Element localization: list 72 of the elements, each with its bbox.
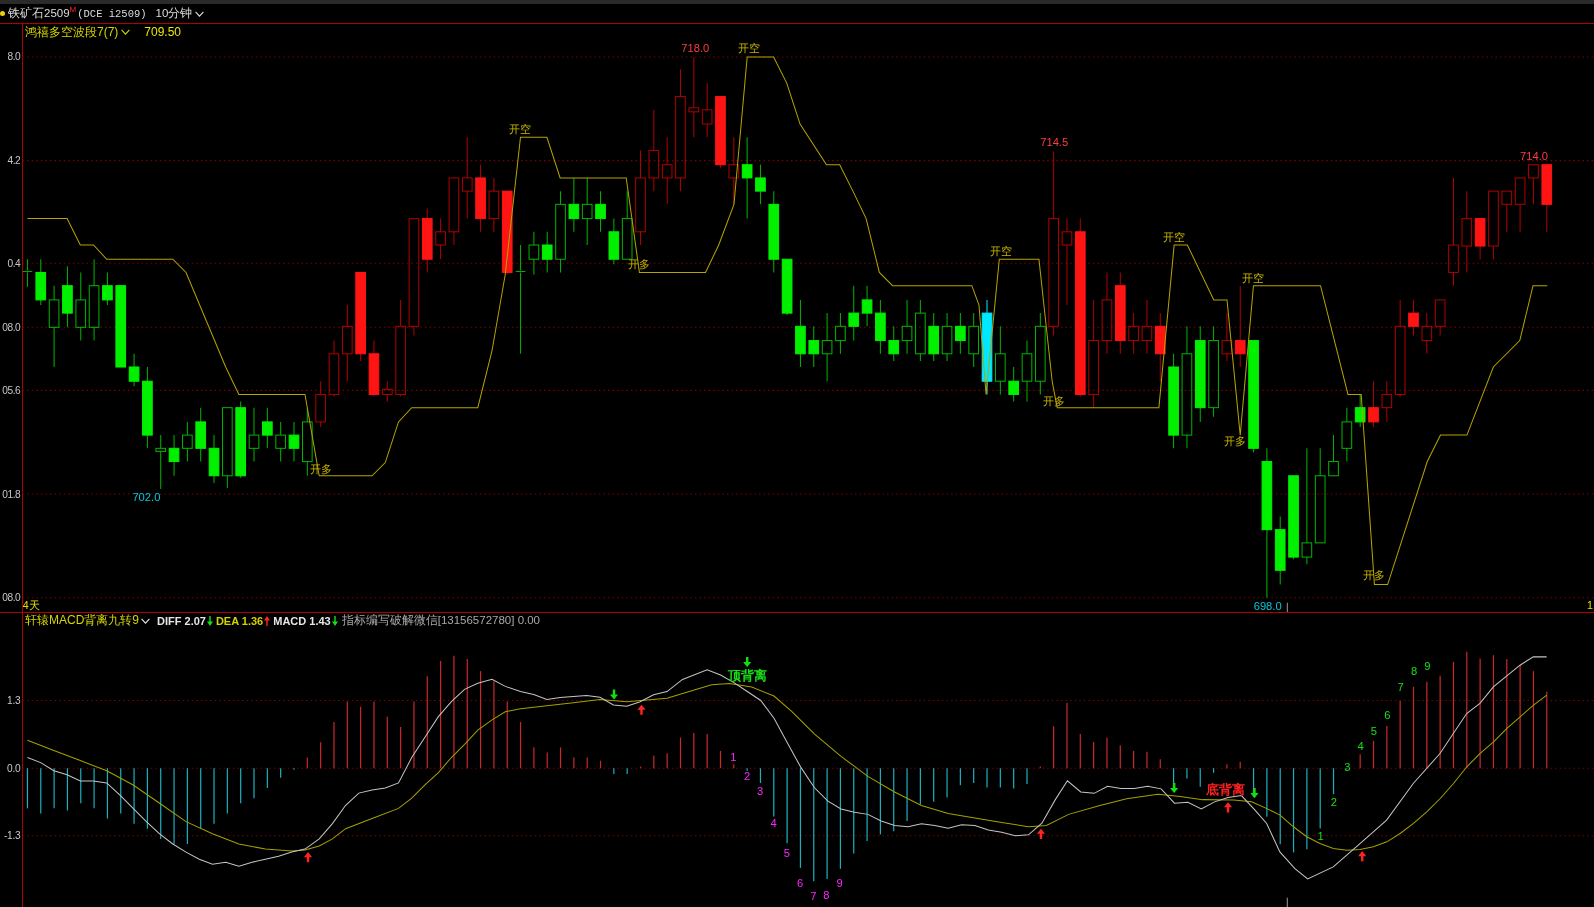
time-label: 4天: [22, 598, 40, 611]
up-arrow-icon: [1223, 802, 1233, 813]
up-arrow-icon: [637, 704, 646, 715]
price-label: 698.0: [1253, 599, 1282, 612]
signal-label: 开空: [1163, 230, 1186, 243]
down-arrow-icon: [743, 656, 752, 668]
sequence-count: 7: [810, 889, 817, 902]
signal-label: 开空: [990, 245, 1013, 258]
axis-label: 8.0: [7, 51, 21, 63]
up-arrow-icon: [1036, 828, 1046, 839]
indicator-reading: DEA 1.36: [215, 614, 264, 627]
axis-label: 08.0: [2, 321, 21, 333]
sequence-count: 3: [1344, 761, 1351, 773]
sequence-count: 8: [1410, 665, 1418, 678]
sequence-count: 2: [1330, 796, 1337, 809]
sequence-count: 1: [730, 751, 737, 764]
time-label: 1: [1587, 598, 1593, 611]
sequence-count: 6: [1384, 709, 1391, 722]
chevron-down-icon[interactable]: [121, 29, 131, 35]
signal-label: 开多: [628, 258, 651, 271]
cursor-tick: [1286, 602, 1288, 612]
sequence-count: 9: [1424, 659, 1431, 672]
signal-label: 开多: [1224, 435, 1247, 448]
sequence-count: 5: [1370, 725, 1377, 738]
sequence-count: 4: [770, 816, 777, 829]
down-arrow-icon: [609, 689, 619, 700]
indicator-note: 指标编写破解微信[13156572780] 0.00: [341, 613, 540, 628]
divergence-label: 顶背离: [727, 669, 767, 684]
sequence-count: 2: [744, 769, 751, 782]
signal-label: 开多: [310, 462, 333, 475]
axis-label: 08.0: [2, 592, 21, 604]
indicator-reading: DIFF 2.07: [157, 614, 206, 627]
sequence-count: 3: [756, 784, 764, 797]
sequence-count: 9: [836, 877, 843, 890]
signal-label: 开空: [509, 123, 532, 136]
price-label: 714.0: [1520, 149, 1548, 162]
up-arrow-icon: [1358, 851, 1367, 862]
price-label: 702.0: [132, 491, 161, 504]
divergence-label: 底背离: [1206, 783, 1246, 798]
axis-label: 1.3: [7, 695, 21, 707]
signal-label: 开空: [1242, 271, 1265, 284]
price-label: 718.0: [681, 41, 710, 54]
price-label: 714.5: [1040, 136, 1069, 149]
axis-label: -1.3: [4, 830, 21, 842]
sequence-count: 4: [1357, 739, 1364, 752]
axis-label: 0.4: [7, 257, 21, 269]
indicator-name[interactable]: 鸿禧多空波段7(7): [25, 25, 119, 39]
down-arrow-icon: [1170, 782, 1179, 794]
signal-label: 开多: [1363, 569, 1386, 582]
up-arrow-icon: [303, 852, 313, 863]
cursor-tick: [1286, 897, 1288, 907]
sequence-count: 8: [823, 888, 830, 901]
axis-label: 4.2: [7, 155, 21, 167]
indicator-name[interactable]: 轩辕MACD背离九转9: [25, 612, 139, 629]
axis-label: 05.6: [2, 384, 21, 396]
axis-label: 01.8: [2, 488, 21, 500]
sequence-count: 6: [796, 877, 804, 890]
sequence-count: 1: [1317, 829, 1324, 842]
sequence-count: 7: [1397, 681, 1404, 694]
chevron-down-icon: [195, 10, 205, 17]
signal-label: 开空: [738, 41, 761, 54]
contract-code: (DCE i2509): [77, 7, 147, 20]
axis-label: 0.0: [7, 762, 21, 774]
sequence-count: 5: [783, 846, 790, 859]
indicator-reading: MACD 1.43: [273, 614, 331, 627]
instrument-name: 铁矿石2509$^{M}$: [8, 6, 77, 21]
signal-label: 开多: [1043, 394, 1066, 407]
period-dropdown[interactable]: 10分钟: [155, 6, 205, 21]
chevron-down-icon[interactable]: [141, 617, 150, 624]
indicator-value: 709.50: [144, 25, 182, 39]
down-arrow-icon: [1250, 788, 1259, 799]
dot-icon: [0, 11, 5, 16]
